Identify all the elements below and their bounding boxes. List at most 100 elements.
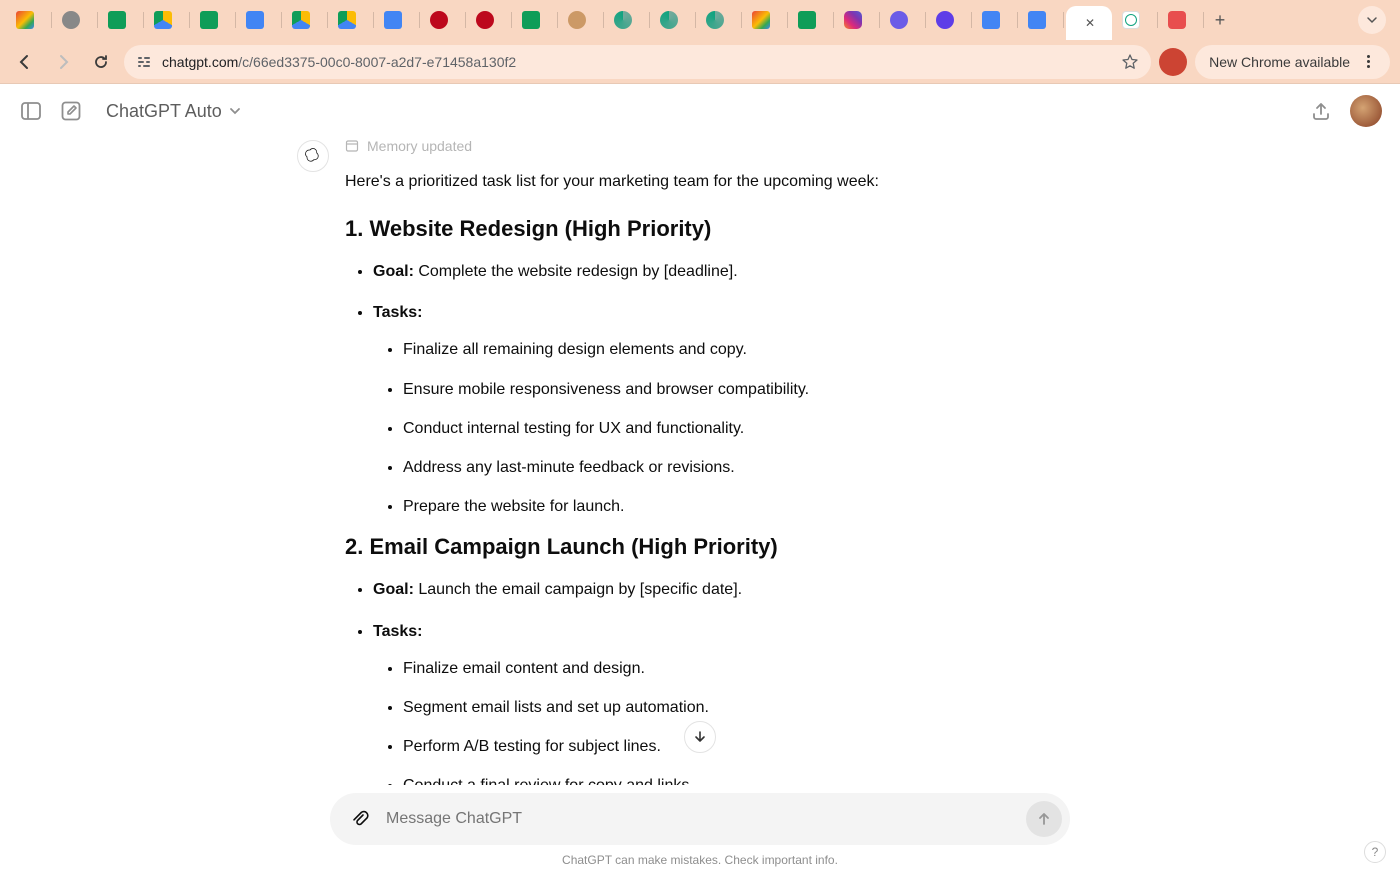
close-icon[interactable]: ✕ [1085,16,1095,30]
chrome-update-label: New Chrome available [1209,54,1350,70]
url-text: chatgpt.com/c/66ed3375-00c0-8007-a2d7-e7… [162,54,516,70]
list-item: Conduct a final review for copy and link… [403,772,1055,785]
tab-avatar[interactable] [560,5,604,35]
tab-pinterest[interactable] [422,5,466,35]
circle-icon [706,11,724,29]
tab-chatgpt-2[interactable] [1114,5,1158,35]
gmail-icon [16,11,34,29]
bookmark-star-icon[interactable] [1121,53,1139,71]
attach-button[interactable] [346,805,374,833]
circle-icon [660,11,678,29]
assistant-avatar-icon [297,140,329,172]
list-item: Prepare the website for launch. [403,493,1055,520]
disclaimer-text: ChatGPT can make mistakes. Check importa… [0,853,1400,867]
new-chat-button[interactable] [58,98,84,124]
list-item: Address any last-minute feedback or revi… [403,454,1055,481]
tab-sheets[interactable] [100,5,144,35]
tab-drive[interactable] [146,5,190,35]
forward-button[interactable] [48,47,78,77]
docs-icon [982,11,1000,29]
section-heading-1: 1. Website Redesign (High Priority) [345,216,1055,242]
app-icon [890,11,908,29]
memory-label: Memory updated [367,138,472,154]
tabs-dropdown-button[interactable] [1358,6,1386,34]
list-item: Conduct internal testing for UX and func… [403,415,1055,442]
list-item: Ensure mobile responsiveness and browser… [403,376,1055,403]
model-switcher[interactable]: ChatGPT Auto [98,97,250,126]
memory-updated-badge[interactable]: Memory updated [345,138,1055,154]
message-intro: Here's a prioritized task list for your … [345,170,1055,194]
tab-gmail-2[interactable] [744,5,788,35]
list-item: Goal: Launch the email campaign by [spec… [373,576,1055,603]
tab-c3[interactable] [698,5,742,35]
sheets-icon [200,11,218,29]
drive-icon [338,11,356,29]
section-heading-2: 2. Email Campaign Launch (High Priority) [345,534,1055,560]
composer-container [330,793,1070,845]
chatgpt-icon [1122,11,1140,29]
docs-icon [384,11,402,29]
tab-t[interactable] [1160,5,1204,35]
back-button[interactable] [10,47,40,77]
chrome-update-button[interactable]: New Chrome available [1195,45,1390,79]
user-avatar[interactable] [1350,95,1382,127]
sheets-icon [522,11,540,29]
circle-icon [614,11,632,29]
send-button[interactable] [1026,801,1062,837]
list-item: Perform A/B testing for subject lines. [403,733,1055,760]
tab-pinterest-2[interactable] [468,5,512,35]
tab-active-chatgpt[interactable]: ✕ [1066,6,1112,40]
composer-input[interactable] [386,810,1014,828]
tab-drive-3[interactable] [330,5,374,35]
section-2-list: Goal: Launch the email campaign by [spec… [373,576,1055,785]
docs-icon [1028,11,1046,29]
toggle-sidebar-button[interactable] [18,98,44,124]
list-item: Tasks: Finalize all remaining design ele… [373,299,1055,520]
tab-gmail[interactable] [8,5,52,35]
tab-sheets-4[interactable] [790,5,834,35]
memory-icon [345,139,359,153]
tab-docs-4[interactable] [1020,5,1064,35]
tab-instagram[interactable] [836,5,880,35]
tab-drive-2[interactable] [284,5,328,35]
tab-docs-2[interactable] [376,5,420,35]
tab-sheets-2[interactable] [192,5,236,35]
composer [330,793,1070,845]
help-button[interactable]: ? [1364,841,1386,863]
avatar-icon [568,11,586,29]
reload-button[interactable] [86,47,116,77]
assistant-message: Memory updated Here's a prioritized task… [345,138,1055,785]
gmail-icon [752,11,770,29]
docs-icon [246,11,264,29]
section-1-list: Goal: Complete the website redesign by [… [373,258,1055,520]
address-bar[interactable]: chatgpt.com/c/66ed3375-00c0-8007-a2d7-e7… [124,45,1151,79]
new-tab-button[interactable]: + [1206,6,1234,34]
browser-profile-avatar[interactable] [1159,48,1187,76]
model-label: ChatGPT Auto [106,101,222,122]
app-header: ChatGPT Auto [0,84,1400,138]
tab-c1[interactable] [606,5,650,35]
kebab-icon [1360,55,1376,68]
tab-c2[interactable] [652,5,696,35]
scroll-to-bottom-button[interactable] [684,721,716,753]
pinterest-icon [430,11,448,29]
section-2-tasks: Finalize email content and design. Segme… [403,655,1055,785]
list-item: Finalize email content and design. [403,655,1055,682]
list-item: Segment email lists and set up automatio… [403,694,1055,721]
conversation-area: Memory updated Here's a prioritized task… [0,138,1400,785]
tab-globe[interactable] [54,5,98,35]
sheets-icon [108,11,126,29]
site-settings-icon[interactable] [136,54,152,70]
chevron-down-icon [228,104,242,118]
tab-sheets-3[interactable] [514,5,558,35]
share-button[interactable] [1308,98,1334,124]
browser-tab-strip: ✕ + [0,0,1400,40]
tab-docs-3[interactable] [974,5,1018,35]
tab-purple[interactable] [882,5,926,35]
tab-docs[interactable] [238,5,282,35]
app-icon [936,11,954,29]
drive-icon [154,11,172,29]
section-1-tasks: Finalize all remaining design elements a… [403,336,1055,520]
tab-purple-2[interactable] [928,5,972,35]
browser-toolbar: chatgpt.com/c/66ed3375-00c0-8007-a2d7-e7… [0,40,1400,84]
